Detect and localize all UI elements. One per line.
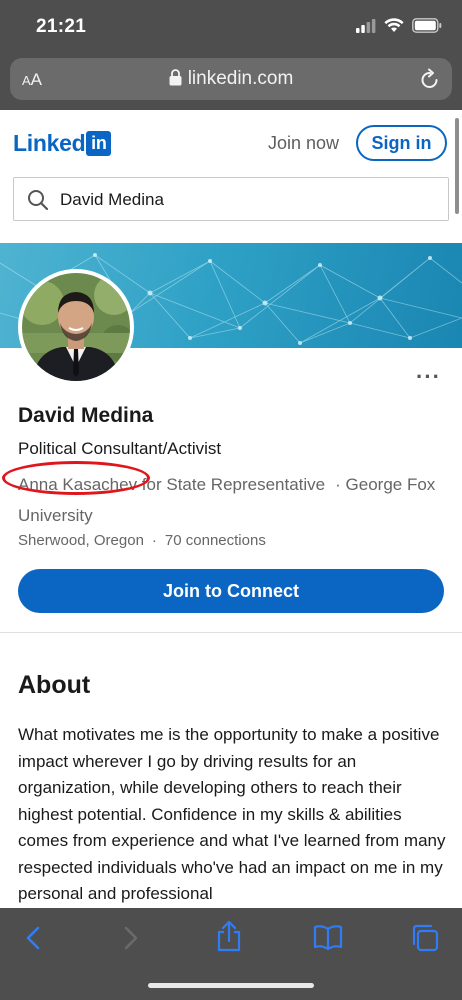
url-text: linkedin.com [187,68,294,89]
share-icon[interactable] [216,920,242,952]
bookmarks-icon[interactable] [313,924,343,950]
web-page: Linkedin Join now Sign in David Medina [0,110,462,908]
linkedin-logo[interactable]: Linked in [13,130,112,157]
section-divider [0,632,462,633]
about-heading: About [18,671,91,699]
join-now-link[interactable]: Join now [268,133,339,154]
profile-location-row: Sherwood, Oregon · 70 connections [18,532,266,549]
status-icons [356,18,442,33]
status-time: 21:21 [36,16,87,37]
wifi-icon [384,18,404,32]
reload-icon[interactable] [420,68,440,90]
lock-icon [169,69,182,86]
linkedin-header: Linked in Join now Sign in [0,110,462,170]
tabs-icon[interactable] [411,924,439,952]
profile-location: Sherwood, Oregon [18,532,144,549]
url-display[interactable]: linkedin.com [10,68,452,90]
sign-in-button[interactable]: Sign in [356,125,447,161]
browser-chrome: AAAA linkedin.com [0,54,462,110]
join-to-connect-button[interactable]: Join to Connect [18,569,444,613]
profile-name: David Medina [18,404,154,427]
home-indicator[interactable] [148,983,314,988]
address-bar[interactable]: AAAA linkedin.com [10,58,452,100]
signal-icon [356,18,376,33]
search-input[interactable]: David Medina [60,190,164,210]
status-bar: 21:21 [0,0,462,54]
profile-connections: 70 connections [164,532,266,549]
red-annotation-circle [2,461,150,495]
back-icon[interactable] [24,924,42,952]
linkedin-logo-badge: in [86,131,112,156]
scrollbar-thumb[interactable] [455,118,459,214]
about-text: What motivates me is the opportunity to … [18,725,446,903]
profile-photo-image [22,273,130,381]
search-box[interactable]: David Medina [13,177,449,221]
location-separator: · [151,532,157,549]
search-icon [28,190,49,211]
more-options-button[interactable]: ··· [416,364,441,390]
profile-headline: Political Consultant/Activist [18,439,222,458]
profile-avatar[interactable] [18,269,134,385]
battery-icon [412,18,442,33]
forward-icon[interactable] [122,924,140,952]
